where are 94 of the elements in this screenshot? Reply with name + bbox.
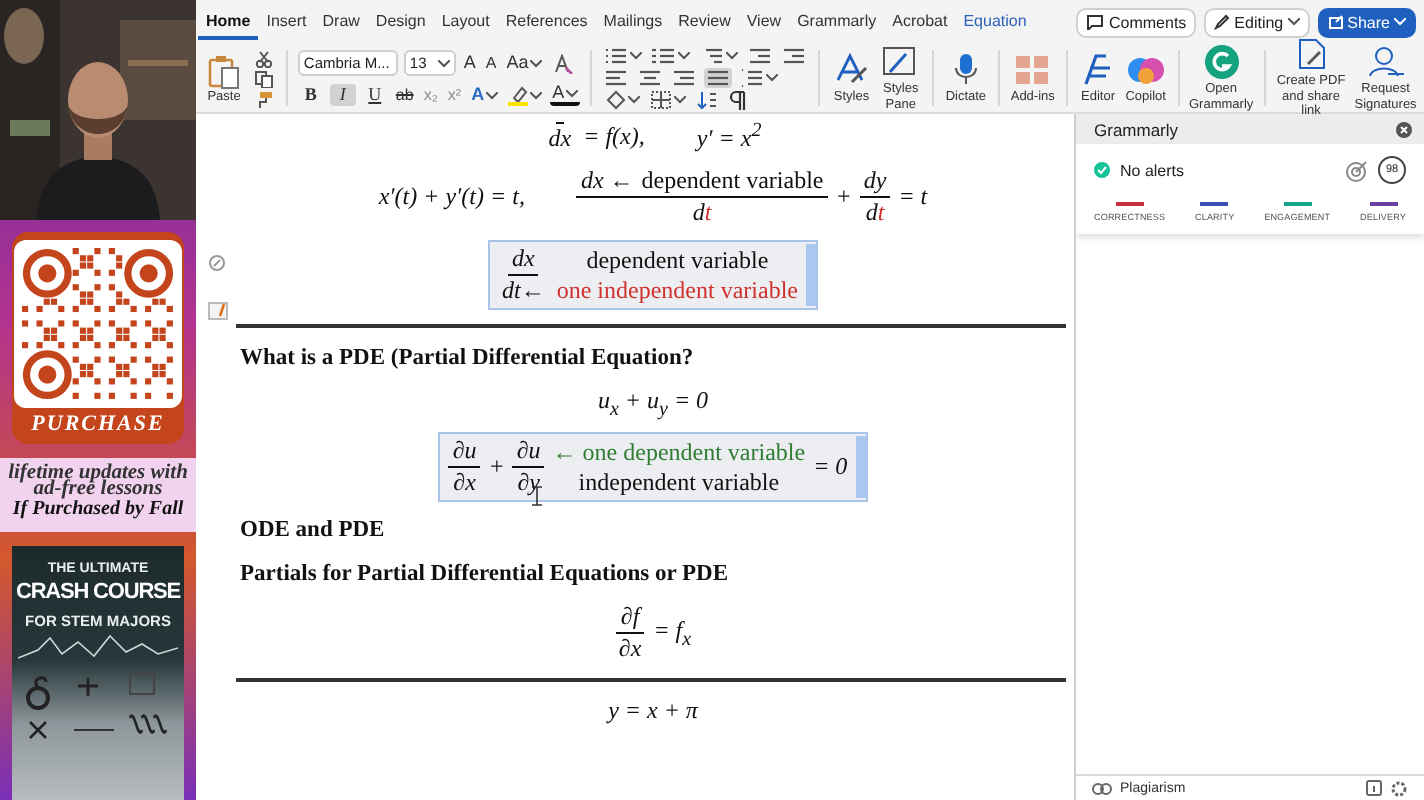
speech-bubble-icon <box>1086 14 1105 30</box>
shading-button[interactable] <box>602 90 643 110</box>
ribbon-tab[interactable]: Equation <box>955 4 1035 40</box>
shrink-font-button[interactable]: A <box>483 52 499 74</box>
caret-icon <box>1394 18 1406 26</box>
clipboard-icon <box>206 53 242 89</box>
highlighter-icon <box>508 85 529 105</box>
caret-icon <box>674 96 687 104</box>
decrease-indent-icon[interactable] <box>746 46 775 66</box>
align-button[interactable] <box>636 68 665 88</box>
caret-icon <box>726 52 739 60</box>
borders-icon <box>650 90 673 110</box>
text-effects-button[interactable]: A <box>469 84 501 106</box>
strikethrough-button[interactable]: ab <box>393 84 416 106</box>
promo-text: ad-free lessons <box>33 481 163 496</box>
copy-icon[interactable] <box>252 69 276 87</box>
align-button[interactable] <box>704 68 733 88</box>
grammarly-logo <box>1201 44 1242 80</box>
caret-icon <box>530 91 543 99</box>
person-icon <box>1365 44 1406 80</box>
lines-icon <box>638 68 663 88</box>
panel-title: Grammarly <box>1094 119 1179 139</box>
align-button[interactable] <box>602 68 631 88</box>
lines-icon <box>706 68 731 88</box>
sort-icon[interactable] <box>694 90 721 110</box>
paint-bucket-icon <box>604 90 627 110</box>
ribbon-tab[interactable]: Design <box>367 4 434 40</box>
ribbon-tab[interactable]: View <box>738 4 790 40</box>
caret-icon <box>1287 18 1300 26</box>
ribbon-tab[interactable]: Mailings <box>595 4 671 40</box>
promo-text: If Purchased by Fall <box>12 498 184 524</box>
check-icon <box>1094 162 1110 178</box>
equation: dx = f(x), y′ = x$^{2}$ <box>546 120 762 154</box>
promo-text: lifetime updates with <box>8 466 188 481</box>
grid-icon <box>1012 51 1053 88</box>
multilevel-list-icon <box>700 46 725 66</box>
purchase-label: PURCHASE <box>31 412 165 436</box>
grow-font-button[interactable]: A <box>461 52 478 74</box>
ribbon-tab[interactable]: References <box>497 4 596 40</box>
numbered-list-button[interactable] <box>650 46 693 66</box>
caret-icon <box>678 52 691 60</box>
paragraph-text: ODE and PDE <box>240 518 387 543</box>
font-color-button[interactable]: A <box>550 84 581 106</box>
ribbon-tab[interactable]: Home <box>198 4 259 40</box>
increase-indent-icon[interactable] <box>780 46 809 66</box>
caret-icon <box>530 59 543 67</box>
ribbon-tab[interactable]: Grammarly <box>789 4 885 40</box>
caret-icon <box>486 91 499 99</box>
equation: y = x + π <box>608 696 698 727</box>
spelling-check-icon <box>208 302 228 320</box>
pencil-icon <box>1214 14 1231 30</box>
align-button[interactable] <box>670 68 699 88</box>
lines-icon <box>782 46 807 66</box>
clear-formatting-icon[interactable] <box>550 53 577 73</box>
paragraph-text: Partials for Partial Differential Equations or PDE <box>240 562 731 587</box>
close-icon[interactable] <box>1396 121 1412 137</box>
margin-marker-icon <box>208 254 226 272</box>
status-text: No alerts <box>1120 161 1185 179</box>
italic-button[interactable]: I <box>329 84 356 106</box>
cut-icon[interactable] <box>252 49 276 67</box>
styles-icon <box>831 51 872 88</box>
ribbon-tab[interactable]: Draw <box>314 4 368 40</box>
share-icon <box>1327 14 1344 30</box>
numbered-list-icon <box>652 46 677 66</box>
ribbon-tab[interactable]: Review <box>670 4 739 40</box>
lines-icon <box>748 46 773 66</box>
ribbon-tab[interactable]: Insert <box>258 4 315 40</box>
caret-icon <box>566 89 579 97</box>
borders-button[interactable] <box>648 90 689 110</box>
target-icon[interactable] <box>1346 159 1368 181</box>
equation[interactable]: dx dt← dependent variable one independent variable <box>488 240 818 310</box>
change-case-button[interactable]: Aa <box>504 52 545 74</box>
settings-icon[interactable] <box>1390 779 1408 797</box>
ribbon-tab[interactable]: Acrobat <box>884 4 956 40</box>
info-icon[interactable] <box>1366 780 1382 796</box>
underline-button[interactable]: U <box>361 84 388 106</box>
bold-button[interactable]: B <box>297 84 324 106</box>
poster-title: CRASH COURSE <box>15 580 181 604</box>
equation: u$_{x}$ + u$_{y}$ = 0 <box>597 386 709 421</box>
ribbon-tab[interactable]: Layout <box>433 4 498 40</box>
plagiarism-icon <box>1092 781 1112 795</box>
comments-button[interactable]: Comments <box>1076 7 1197 37</box>
highlight-button[interactable] <box>506 85 545 105</box>
paragraph-text: What is a PDE (Partial Differential Equation? <box>240 346 696 370</box>
pilcrow-icon[interactable] <box>726 90 749 110</box>
lines-icon <box>672 68 697 88</box>
caret-icon <box>630 52 643 60</box>
lines-icon <box>604 68 629 88</box>
caret-icon <box>437 59 450 67</box>
styles-pane-icon <box>880 44 921 80</box>
share-button[interactable]: Share <box>1317 7 1416 37</box>
editing-dropdown[interactable]: Editing <box>1204 7 1310 37</box>
caret-icon <box>628 96 641 104</box>
caret-icon <box>766 74 779 82</box>
